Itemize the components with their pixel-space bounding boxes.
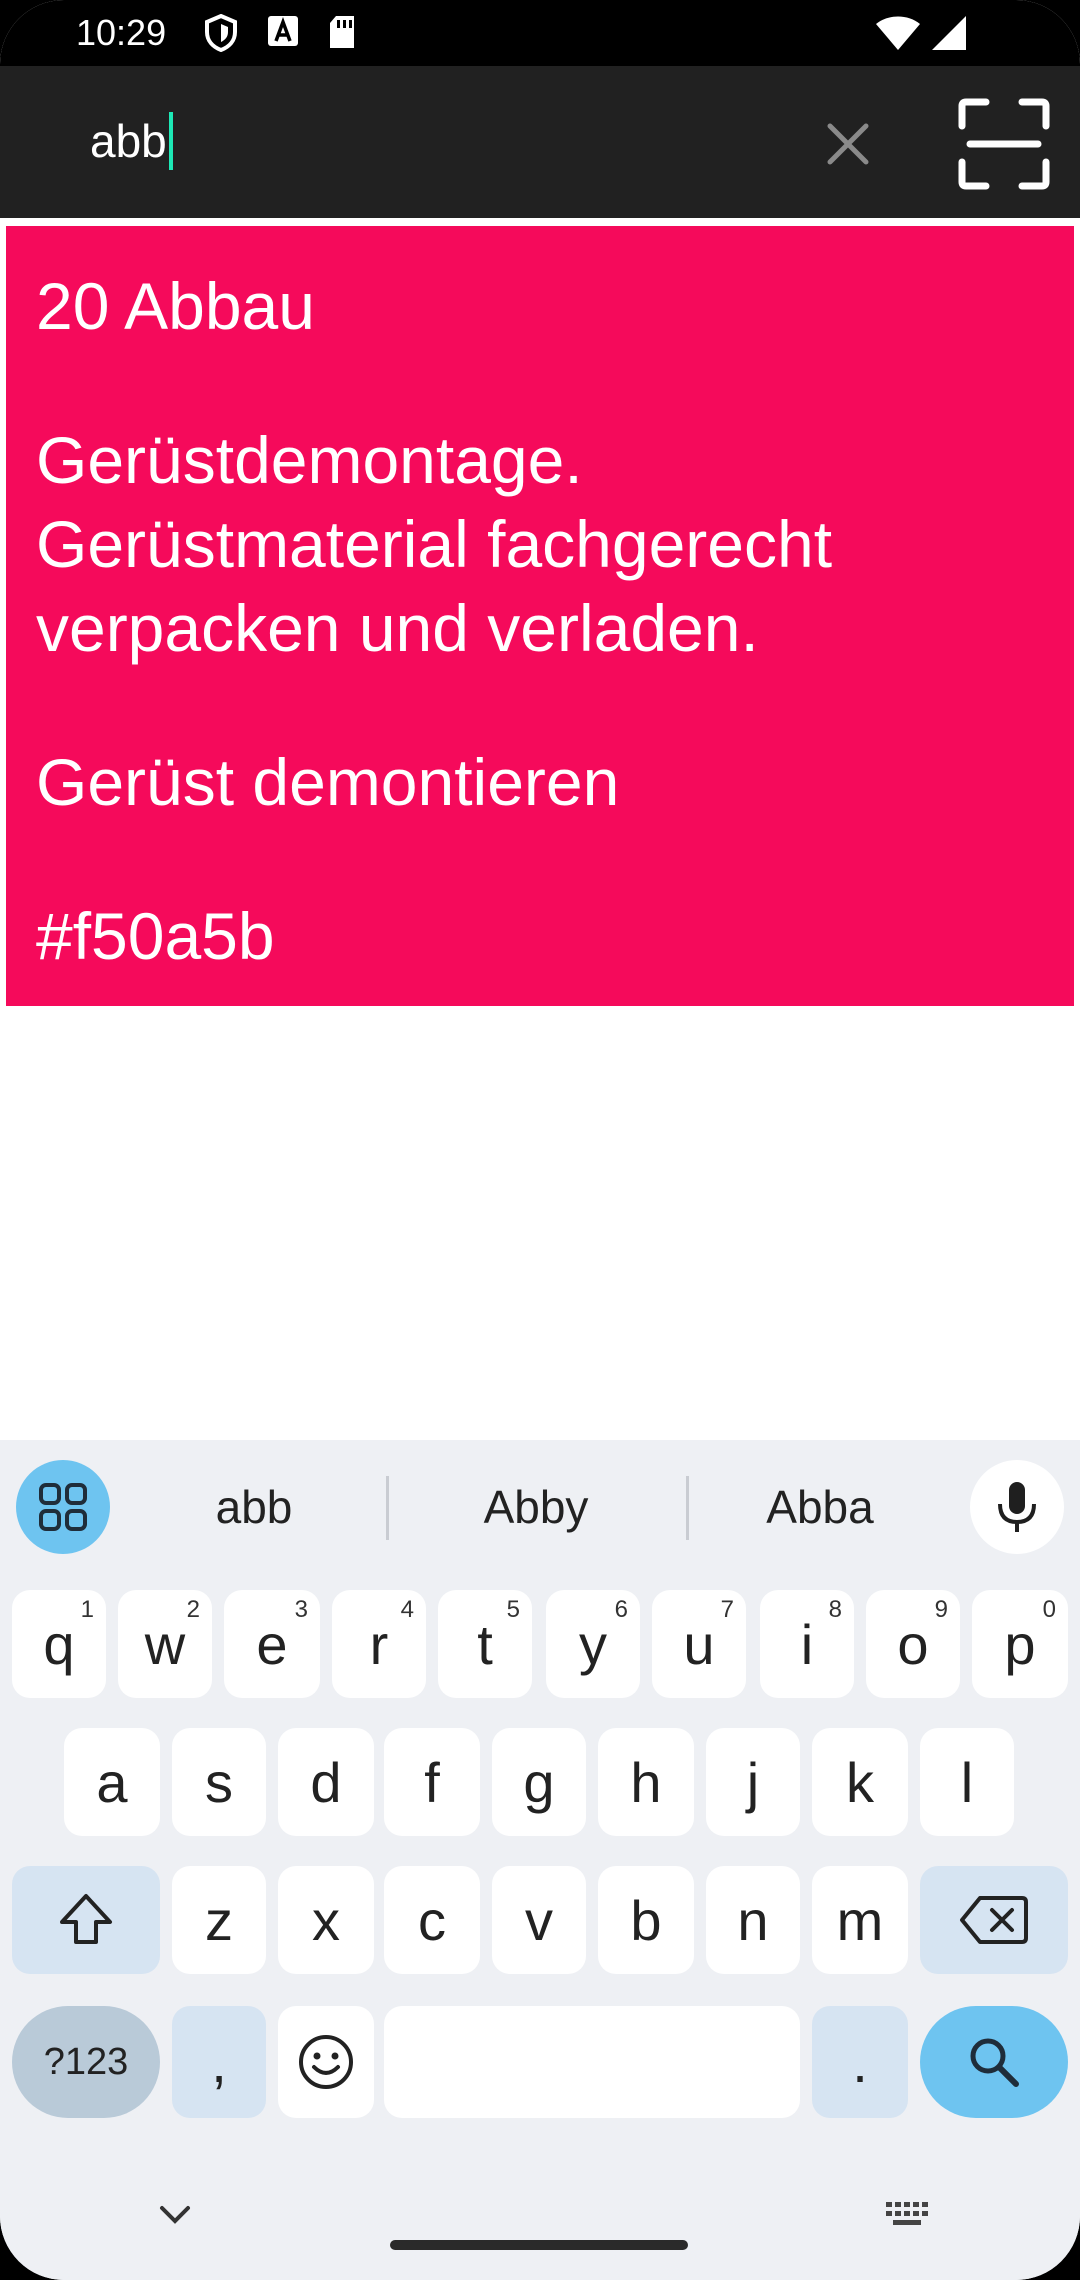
cellular-signal-icon [932,16,966,50]
keyboard-apps-button[interactable] [16,1460,110,1554]
comma-key[interactable]: , [172,2006,266,2118]
status-time: 10:29 [76,12,167,53]
description-line: Gerüstdemontage. [36,423,583,497]
screen: 10:29 abb 20 Abbau Gerüstdemontage. Gerü… [0,0,1080,2280]
suggestion-2[interactable]: Abby [406,1480,666,1534]
key-e[interactable]: e3 [224,1590,320,1698]
key-l[interactable]: l [920,1728,1014,1836]
clear-search-button[interactable] [820,116,876,172]
key-h[interactable]: h [598,1728,694,1836]
period-key[interactable]: . [812,2006,908,2118]
key-q[interactable]: q1 [12,1590,106,1698]
search-app-bar: abb [0,66,1080,218]
key-r[interactable]: r4 [332,1590,426,1698]
search-query-text: abb [90,115,167,167]
space-key[interactable] [384,2006,800,2118]
key-b[interactable]: b [598,1866,694,1974]
emoji-icon [299,2035,353,2089]
voice-input-button[interactable] [970,1460,1064,1554]
suggestion-divider [686,1476,689,1540]
backspace-key[interactable] [920,1866,1068,1974]
shield-icon [205,14,237,52]
microphone-icon [998,1482,1036,1532]
suggestion-divider [386,1476,389,1540]
text-cursor [168,112,173,170]
description-line: Gerüstmaterial fachgerecht [36,507,833,581]
status-bar: 10:29 [0,0,1080,66]
soft-keyboard: abb Abby Abba q1 w2 e3 r4 t5 y6 u7 i8 o9… [0,1440,1080,2280]
backspace-icon [960,1896,1028,1944]
key-c[interactable]: c [384,1866,480,1974]
key-m[interactable]: m [812,1866,908,1974]
key-u[interactable]: u7 [652,1590,746,1698]
key-v[interactable]: v [492,1866,586,1974]
key-i[interactable]: i8 [760,1590,854,1698]
hide-keyboard-chevron-icon[interactable] [158,2200,192,2230]
scan-code-button[interactable] [956,96,1052,192]
description-line: verpacken und verladen. [36,591,759,665]
accessibility-a-icon [268,16,298,46]
symbols-key[interactable]: ?123 [12,2006,160,2118]
key-o[interactable]: o9 [866,1590,960,1698]
key-k[interactable]: k [812,1728,908,1836]
search-action-key[interactable] [920,2006,1068,2118]
key-y[interactable]: y6 [546,1590,640,1698]
result-color-code: #f50a5b [36,899,275,973]
key-n[interactable]: n [706,1866,800,1974]
sd-card-icon [330,16,354,48]
search-input[interactable]: abb [90,112,173,170]
shift-icon [60,1894,112,1944]
wifi-icon [876,16,920,50]
grid-icon [39,1483,87,1531]
key-j[interactable]: j [706,1728,800,1836]
suggestion-3[interactable]: Abba [690,1480,950,1534]
suggestion-1[interactable]: abb [124,1480,384,1534]
keyboard-switch-icon[interactable] [884,2200,930,2230]
key-g[interactable]: g [492,1728,586,1836]
result-card[interactable]: 20 Abbau Gerüstdemontage. Gerüstmaterial… [6,226,1074,1006]
shift-key[interactable] [12,1866,160,1974]
key-x[interactable]: x [278,1866,374,1974]
key-a[interactable]: a [64,1728,160,1836]
result-subtitle: Gerüst demontieren [36,745,620,819]
key-w[interactable]: w2 [118,1590,212,1698]
key-s[interactable]: s [172,1728,266,1836]
key-p[interactable]: p0 [972,1590,1068,1698]
key-t[interactable]: t5 [438,1590,532,1698]
key-f[interactable]: f [384,1728,480,1836]
key-z[interactable]: z [172,1866,266,1974]
suggestion-bar: abb Abby Abba [0,1440,1080,1570]
key-d[interactable]: d [278,1728,374,1836]
gesture-home-bar[interactable] [390,2240,688,2250]
result-title: 20 Abbau [36,269,315,343]
search-icon [970,2038,1019,2087]
result-description: Gerüstdemontage. Gerüstmaterial fachgere… [36,418,1044,670]
emoji-key[interactable] [278,2006,374,2118]
